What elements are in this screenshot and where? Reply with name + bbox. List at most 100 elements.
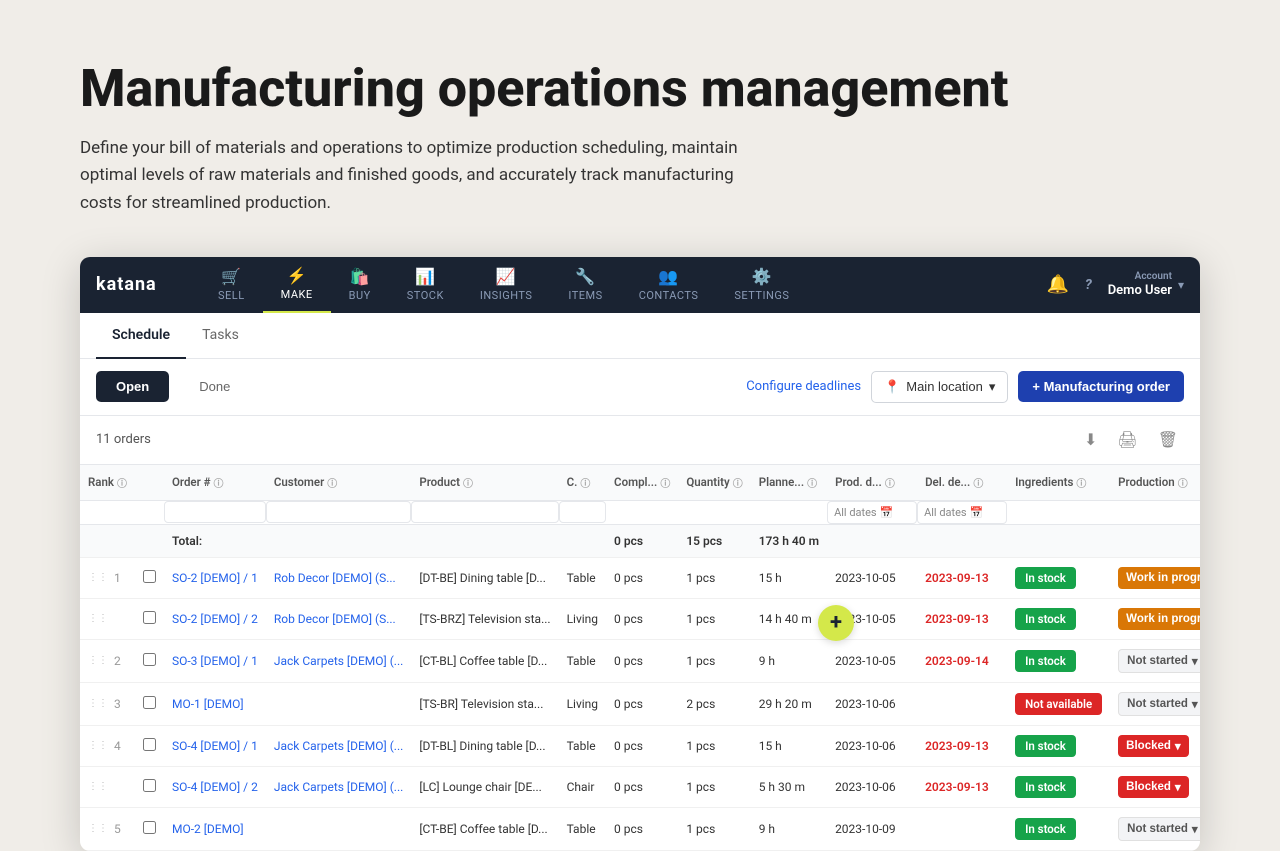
filter-order[interactable]	[164, 501, 266, 523]
total-qty15: 15 pcs	[686, 534, 722, 548]
drag-handle-icon[interactable]: ⋮⋮	[88, 698, 108, 709]
quantity-cell: 1 pcs	[678, 807, 750, 850]
product-cell: [CT-BL] Coffee table [D...	[411, 639, 558, 682]
col-ingredients: Ingredients ⓘ	[1007, 465, 1110, 501]
production-status-button[interactable]: Blocked ▾	[1118, 735, 1189, 757]
production-status-button[interactable]: Not started ▾	[1118, 817, 1200, 841]
drag-handle-icon[interactable]: ⋮⋮	[88, 740, 108, 751]
order-link[interactable]: SO-4 [DEMO] / 2	[172, 780, 258, 794]
row-checkbox[interactable]	[143, 696, 156, 709]
row-checkbox[interactable]	[143, 779, 156, 792]
nav-item-insights[interactable]: 📈 INSIGHTS	[462, 257, 551, 313]
tab-schedule[interactable]: Schedule	[96, 313, 186, 359]
tab-tasks[interactable]: Tasks	[186, 313, 255, 359]
rank-cell: ⋮⋮ 3	[88, 697, 127, 711]
download-button[interactable]: ⬇	[1078, 426, 1103, 454]
table-row: ⋮⋮ 1 SO-2 [DEMO] / 1 Rob Decor [DEMO] (S…	[80, 557, 1200, 598]
production-status-button[interactable]: Work in progress ▾	[1118, 567, 1200, 589]
customer-link[interactable]: Jack Carpets [DEMO] (...	[274, 780, 403, 794]
row-checkbox[interactable]	[143, 821, 156, 834]
drag-handle-icon[interactable]: ⋮⋮	[88, 823, 108, 834]
customer-info-icon: ⓘ	[327, 475, 337, 490]
del-date-cell: 2023-09-13	[917, 557, 1007, 598]
nav-item-contacts[interactable]: 👥 CONTACTS	[621, 257, 717, 313]
production-status-button[interactable]: Work in progress ▾	[1118, 608, 1200, 630]
production-status-button[interactable]: Not started ▾	[1118, 649, 1200, 673]
print-button[interactable]: 🖨	[1111, 426, 1143, 454]
planned-cell: 9 h	[751, 639, 827, 682]
customer-link[interactable]: Jack Carpets [DEMO] (...	[274, 654, 403, 668]
nav-item-buy[interactable]: 🛍️ BUY	[331, 257, 389, 313]
filter-customer[interactable]	[266, 501, 411, 523]
configure-deadlines-link[interactable]: Configure deadlines	[746, 379, 861, 394]
product-cell: [CT-BE] Coffee table [D...	[411, 807, 558, 850]
ingredients-badge: In stock	[1015, 650, 1076, 672]
production-cell[interactable]: Not started ▾	[1110, 807, 1200, 850]
order-link[interactable]: MO-2 [DEMO]	[172, 822, 244, 836]
customer-link[interactable]: Jack Carpets [DEMO] (...	[274, 739, 403, 753]
production-cell[interactable]: Blocked ▾	[1110, 725, 1200, 766]
quantity-cell: 1 pcs	[678, 557, 750, 598]
nav-label-insights: INSIGHTS	[480, 289, 533, 302]
drag-handle-icon[interactable]: ⋮⋮	[88, 781, 108, 792]
filter-del-date[interactable]: All dates 📅	[917, 501, 1007, 524]
order-link[interactable]: SO-3 [DEMO] / 1	[172, 654, 258, 668]
filter-prod-date[interactable]: All dates 📅	[827, 501, 917, 524]
product-cell: [TS-BR] Television sta...	[411, 682, 558, 725]
bell-icon[interactable]: 🔔	[1047, 274, 1069, 295]
help-icon[interactable]: ?	[1085, 277, 1092, 293]
production-cell[interactable]: Work in progress ▾	[1110, 598, 1200, 639]
filter-product[interactable]	[411, 501, 558, 523]
insights-icon: 📈	[496, 267, 516, 286]
ingredients-cell: In stock	[1007, 598, 1110, 639]
order-link[interactable]: MO-1 [DEMO]	[172, 697, 244, 711]
manufacturing-order-button[interactable]: + Manufacturing order	[1018, 371, 1184, 402]
row-checkbox[interactable]	[143, 653, 156, 666]
ingredients-cell: Not available	[1007, 682, 1110, 725]
order-info-icon: ⓘ	[213, 475, 223, 490]
order-link[interactable]: SO-2 [DEMO] / 1	[172, 571, 258, 585]
nav-item-stock[interactable]: 📊 STOCK	[389, 257, 462, 313]
order-link[interactable]: SO-2 [DEMO] / 2	[172, 612, 258, 626]
row-checkbox[interactable]	[143, 570, 156, 583]
drag-handle-icon[interactable]: ⋮⋮	[88, 655, 108, 666]
rank-cell: ⋮⋮ 5	[88, 822, 127, 836]
del-date-cell	[917, 682, 1007, 725]
add-button[interactable]: +	[818, 605, 854, 641]
complete-cell: 0 pcs	[606, 725, 678, 766]
drag-handle-icon[interactable]: ⋮⋮	[88, 613, 108, 624]
nav-item-make[interactable]: ⚡ MAKE	[263, 257, 331, 313]
quantity-cell: 1 pcs	[678, 598, 750, 639]
buy-icon: 🛍️	[350, 267, 370, 286]
done-filter-button[interactable]: Done	[179, 371, 250, 402]
make-icon: ⚡	[286, 266, 306, 285]
nav-label-items: ITEMS	[568, 289, 602, 302]
nav-item-settings[interactable]: ⚙️ SETTINGS	[716, 257, 807, 313]
location-filter-button[interactable]: 📍 Main location ▾	[871, 371, 1008, 403]
nav-item-sell[interactable]: 🛒 SELL	[200, 257, 263, 313]
nav-item-items[interactable]: 🔧 ITEMS	[550, 257, 620, 313]
stock-icon: 📊	[415, 267, 435, 286]
open-filter-button[interactable]: Open	[96, 371, 169, 402]
production-status-button[interactable]: Not started ▾	[1118, 692, 1200, 716]
production-status-button[interactable]: Blocked ▾	[1118, 776, 1189, 798]
production-cell[interactable]: Blocked ▾	[1110, 766, 1200, 807]
production-cell[interactable]: Work in progress ▾	[1110, 557, 1200, 598]
ingr-info-icon: ⓘ	[1076, 475, 1086, 490]
account-menu[interactable]: Account Demo User ▾	[1108, 270, 1184, 300]
planned-cell: 15 h	[751, 557, 827, 598]
filter-category[interactable]	[559, 501, 606, 523]
order-link[interactable]: SO-4 [DEMO] / 1	[172, 739, 258, 753]
row-checkbox[interactable]	[143, 611, 156, 624]
production-cell[interactable]: Not started ▾	[1110, 639, 1200, 682]
row-checkbox[interactable]	[143, 738, 156, 751]
ingredients-badge: In stock	[1015, 608, 1076, 630]
trash-button[interactable]: 🗑	[1152, 426, 1184, 454]
customer-link[interactable]: Rob Decor [DEMO] (S...	[274, 612, 396, 626]
production-cell[interactable]: Not started ▾	[1110, 682, 1200, 725]
customer-link[interactable]: Rob Decor [DEMO] (S...	[274, 571, 396, 585]
product-cell: [DT-BL] Dining table [D...	[411, 725, 558, 766]
complete-cell: 0 pcs	[606, 682, 678, 725]
cat-info-icon: ⓘ	[580, 475, 590, 490]
drag-handle-icon[interactable]: ⋮⋮	[88, 572, 108, 583]
